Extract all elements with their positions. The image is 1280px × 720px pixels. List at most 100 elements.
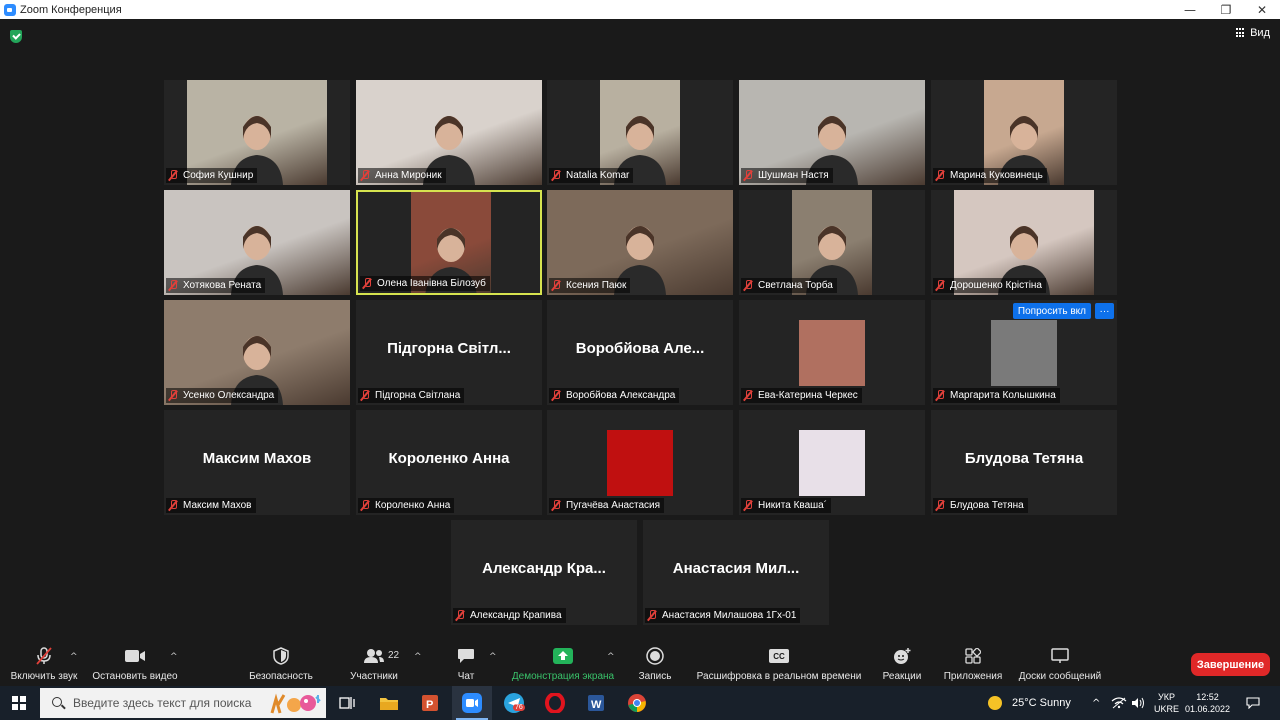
participant-tile[interactable]: Светлана Торба bbox=[739, 190, 925, 295]
svg-text:W: W bbox=[591, 699, 602, 711]
participant-display-name: Александр Кра... bbox=[482, 560, 606, 577]
participant-tile[interactable]: Блудова Тетяна Блудова Тетяна bbox=[931, 410, 1117, 515]
telegram-icon[interactable] bbox=[501, 690, 527, 716]
profile-picture bbox=[991, 320, 1057, 386]
opera-icon[interactable] bbox=[542, 690, 568, 716]
more-options-button[interactable]: ··· bbox=[1095, 303, 1114, 319]
video-options-caret[interactable]: ^ bbox=[170, 652, 178, 662]
stop-video-button[interactable]: Остановить видео bbox=[91, 639, 179, 686]
participant-tile[interactable]: Марина Куковинець bbox=[931, 80, 1117, 185]
participant-tile[interactable]: Анастасия Мил... Анастасия Милашова 1Гх-0… bbox=[643, 520, 829, 625]
participant-name-label: Максим Махов bbox=[166, 498, 256, 513]
clock[interactable]: 12:52 01.06.2022 bbox=[1185, 686, 1230, 720]
audio-options-caret[interactable]: ^ bbox=[70, 652, 78, 662]
participant-tile[interactable]: Воробйова Але... Воробйова Александра bbox=[547, 300, 733, 405]
participant-name-label: Ева-Катерина Черкес bbox=[741, 388, 862, 403]
participant-tile[interactable]: Олена Іванівна Білозуб bbox=[356, 190, 542, 295]
close-button[interactable]: ✕ bbox=[1244, 0, 1280, 19]
encryption-shield-icon[interactable] bbox=[10, 30, 22, 43]
tray-overflow-chevron[interactable]: ^ bbox=[1092, 686, 1100, 720]
muted-mic-icon bbox=[743, 500, 753, 511]
windows-start-icon[interactable] bbox=[12, 696, 26, 710]
security-button[interactable]: Безопасность bbox=[246, 639, 316, 686]
clock-date: 01.06.2022 bbox=[1185, 704, 1231, 714]
participant-name: Олена Іванівна Білозуб bbox=[377, 278, 486, 289]
participant-tile[interactable]: Ксения Паюк bbox=[547, 190, 733, 295]
share-screen-button[interactable]: Демонстрация экрана bbox=[508, 639, 618, 686]
participant-name-label: Анна Мироник bbox=[358, 168, 446, 183]
task-view-icon[interactable] bbox=[334, 690, 360, 716]
participant-name: Дорошенко Крістіна bbox=[950, 280, 1042, 291]
participant-tile[interactable]: Хотякова Рената bbox=[164, 190, 350, 295]
participant-name: Ева-Катерина Черкес bbox=[758, 390, 858, 401]
participant-tile[interactable]: Шушман Настя bbox=[739, 80, 925, 185]
chrome-icon[interactable] bbox=[624, 690, 650, 716]
participant-name-label: София Кушнир bbox=[166, 168, 258, 183]
participant-tile[interactable]: Ева-Катерина Черкес bbox=[739, 300, 925, 405]
taskbar-search-box[interactable]: Введите здесь текст для поиска bbox=[40, 688, 326, 718]
notifications-icon[interactable] bbox=[1246, 686, 1260, 720]
chat-options-caret[interactable]: ^ bbox=[489, 652, 497, 662]
chat-button[interactable]: Чат bbox=[446, 639, 486, 686]
meeting-toolbar: Включить звук ^ Остановить видео ^ Безоп… bbox=[0, 639, 1280, 686]
reactions-button[interactable]: Реакции bbox=[878, 639, 926, 686]
file-explorer-icon[interactable] bbox=[376, 690, 402, 716]
participant-tile[interactable]: Підгорна Світл... Підгорна Світлана bbox=[356, 300, 542, 405]
participant-name: Короленко Анна bbox=[375, 500, 451, 511]
word-icon[interactable]: W bbox=[583, 690, 609, 716]
powerpoint-icon[interactable]: P bbox=[417, 690, 443, 716]
participant-name-label: Шушман Настя bbox=[741, 168, 833, 183]
muted-mic-icon bbox=[455, 610, 465, 621]
view-button[interactable]: Вид bbox=[1236, 27, 1270, 39]
zoom-app-icon[interactable] bbox=[459, 690, 485, 716]
apps-button[interactable]: Приложения bbox=[940, 639, 1006, 686]
weather-widget[interactable]: 25°C Sunny bbox=[988, 686, 1071, 720]
profile-picture bbox=[799, 430, 865, 496]
participant-name-label: Ксения Паюк bbox=[549, 278, 631, 293]
view-label: Вид bbox=[1250, 27, 1270, 39]
minimize-button[interactable]: — bbox=[1172, 0, 1208, 19]
participant-name-label: Блудова Тетяна bbox=[933, 498, 1028, 513]
maximize-button[interactable]: ❐ bbox=[1208, 0, 1244, 19]
clock-time: 12:52 bbox=[1196, 692, 1219, 702]
participant-display-name: Максим Махов bbox=[202, 450, 312, 467]
unmute-button[interactable]: Включить звук bbox=[8, 639, 80, 686]
search-icon bbox=[52, 697, 62, 707]
closed-captions-icon: CC bbox=[768, 646, 790, 666]
participant-name: Маргарита Колышкина bbox=[950, 390, 1056, 401]
participant-tile[interactable]: Короленко Анна Короленко Анна bbox=[356, 410, 542, 515]
participant-tile[interactable]: София Кушнир bbox=[164, 80, 350, 185]
record-button[interactable]: Запись bbox=[634, 639, 676, 686]
whiteboards-button[interactable]: Доски сообщений bbox=[1014, 639, 1106, 686]
participant-tile[interactable]: Natalia Komar bbox=[547, 80, 733, 185]
participant-tile[interactable]: Пугачёва Анастасия bbox=[547, 410, 733, 515]
sun-icon bbox=[988, 696, 1002, 710]
end-meeting-button[interactable]: Завершение bbox=[1191, 653, 1270, 676]
network-off-icon[interactable] bbox=[1111, 686, 1127, 720]
zoom-logo-icon bbox=[4, 3, 16, 16]
participant-name-label: Дорошенко Крістіна bbox=[933, 278, 1046, 293]
language-indicator[interactable]: УКР UKRE bbox=[1154, 686, 1179, 720]
muted-mic-icon bbox=[935, 280, 945, 291]
muted-mic-icon bbox=[551, 170, 561, 181]
participant-tile[interactable]: Александр Кра... Александр Крапива bbox=[451, 520, 637, 625]
muted-mic-icon bbox=[551, 280, 561, 291]
participant-tile[interactable]: Дорошенко Крістіна bbox=[931, 190, 1117, 295]
muted-mic-icon bbox=[360, 170, 370, 181]
participant-tile[interactable]: Анна Мироник bbox=[356, 80, 542, 185]
apps-icon bbox=[962, 646, 984, 666]
participants-button[interactable]: Участники bbox=[344, 639, 404, 686]
live-transcript-button[interactable]: CC Расшифровка в реальном времени bbox=[694, 639, 864, 686]
speaker-icon[interactable] bbox=[1131, 686, 1145, 720]
security-label: Безопасность bbox=[249, 671, 313, 682]
participant-tile[interactable]: Попросить вкл ··· Маргарита Колышкина bbox=[931, 300, 1117, 405]
share-screen-label: Демонстрация экрана bbox=[511, 671, 615, 682]
participant-tile[interactable]: Усенко Олександра bbox=[164, 300, 350, 405]
ask-to-start-video-button[interactable]: Попросить вкл bbox=[1012, 303, 1091, 319]
participant-tile[interactable]: Максим Махов Максим Махов bbox=[164, 410, 350, 515]
participants-count: 22 bbox=[388, 650, 400, 661]
windows-taskbar: Введите здесь текст для поиска P 76 W 25… bbox=[0, 686, 1280, 720]
share-options-caret[interactable]: ^ bbox=[607, 652, 615, 662]
participant-tile[interactable]: Никита Кваша´ bbox=[739, 410, 925, 515]
participants-options-caret[interactable]: ^ bbox=[414, 652, 422, 662]
